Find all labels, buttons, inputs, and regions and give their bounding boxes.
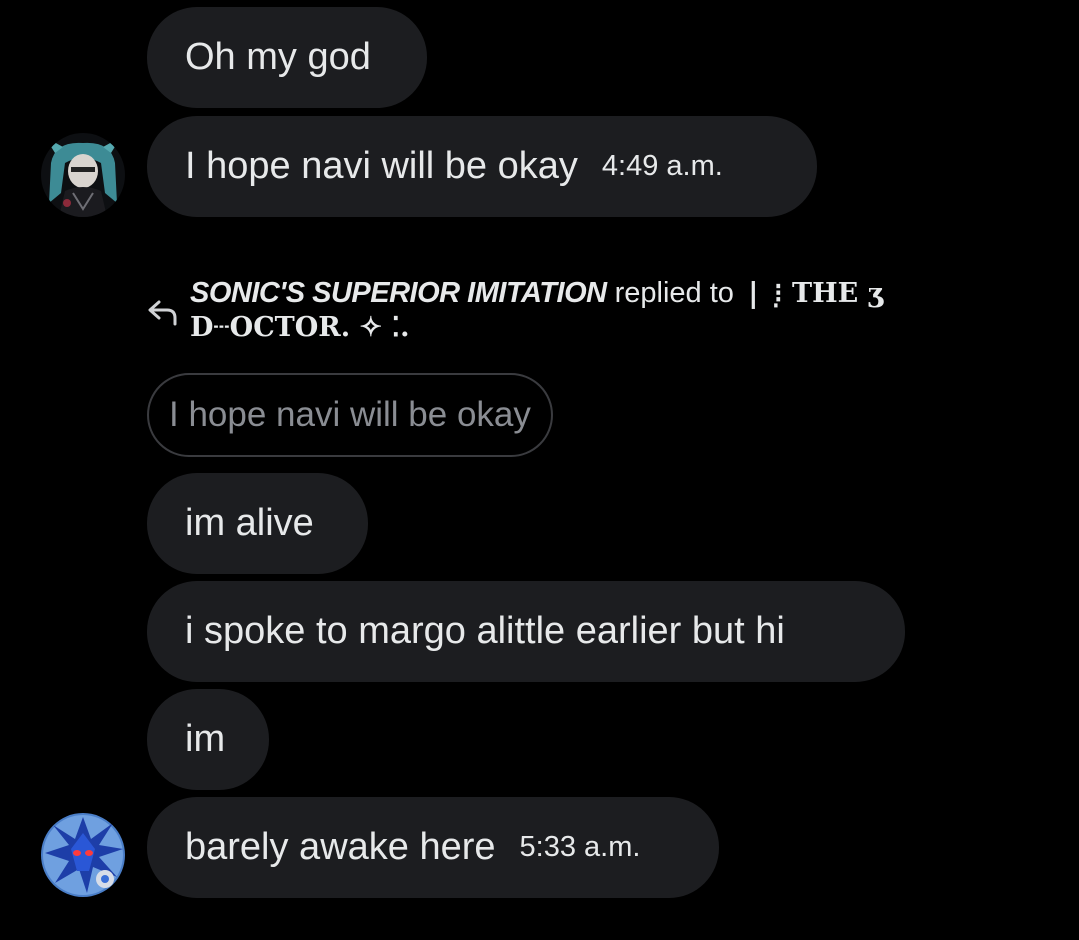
message-bubble[interactable]: im: [147, 689, 269, 790]
message-timestamp: 5:33 a.m.: [519, 831, 641, 863]
message-text: im alive: [185, 502, 314, 544]
message-text: im: [185, 718, 226, 760]
message-text: barely awake here: [185, 826, 496, 868]
avatar-blue-robot-icon: [41, 813, 125, 897]
reply-verb: replied to: [614, 277, 734, 309]
message-bubble[interactable]: I hope navi will be okay 4:49 a.m.: [147, 116, 817, 217]
message-bubble[interactable]: i spoke to margo alittle earlier but hi: [147, 581, 905, 682]
quoted-message-text: I hope navi will be okay: [169, 395, 531, 434]
message-timestamp: 4:49 a.m.: [601, 150, 723, 182]
reply-sender-name[interactable]: SONIC'S SUPERIOR IMITATION: [190, 277, 607, 309]
reply-arrow-icon: [148, 300, 177, 326]
reply-description: SONIC'S SUPERIOR IMITATION replied to ❘ …: [190, 276, 950, 345]
quoted-message[interactable]: I hope navi will be okay: [147, 373, 553, 457]
reply-header: SONIC'S SUPERIOR IMITATION replied to ❘ …: [147, 276, 947, 346]
message-text: i spoke to margo alittle earlier but hi: [185, 610, 785, 652]
avatar[interactable]: [41, 813, 125, 897]
message-text: I hope navi will be okay: [185, 145, 578, 187]
message-bubble[interactable]: barely awake here 5:33 a.m.: [147, 797, 719, 898]
message-bubble[interactable]: im alive: [147, 473, 368, 574]
message-bubble[interactable]: Oh my god: [147, 7, 427, 108]
message-text: Oh my god: [185, 36, 371, 78]
reply-target-name[interactable]: ❘ ⁝̣ THE ʒ: [742, 278, 883, 309]
reply-target-name-continued[interactable]: D┄OCTOR. ✧ ⁚.: [190, 311, 950, 345]
avatar[interactable]: [41, 133, 125, 217]
avatar-anime-girl-icon: [41, 133, 125, 217]
